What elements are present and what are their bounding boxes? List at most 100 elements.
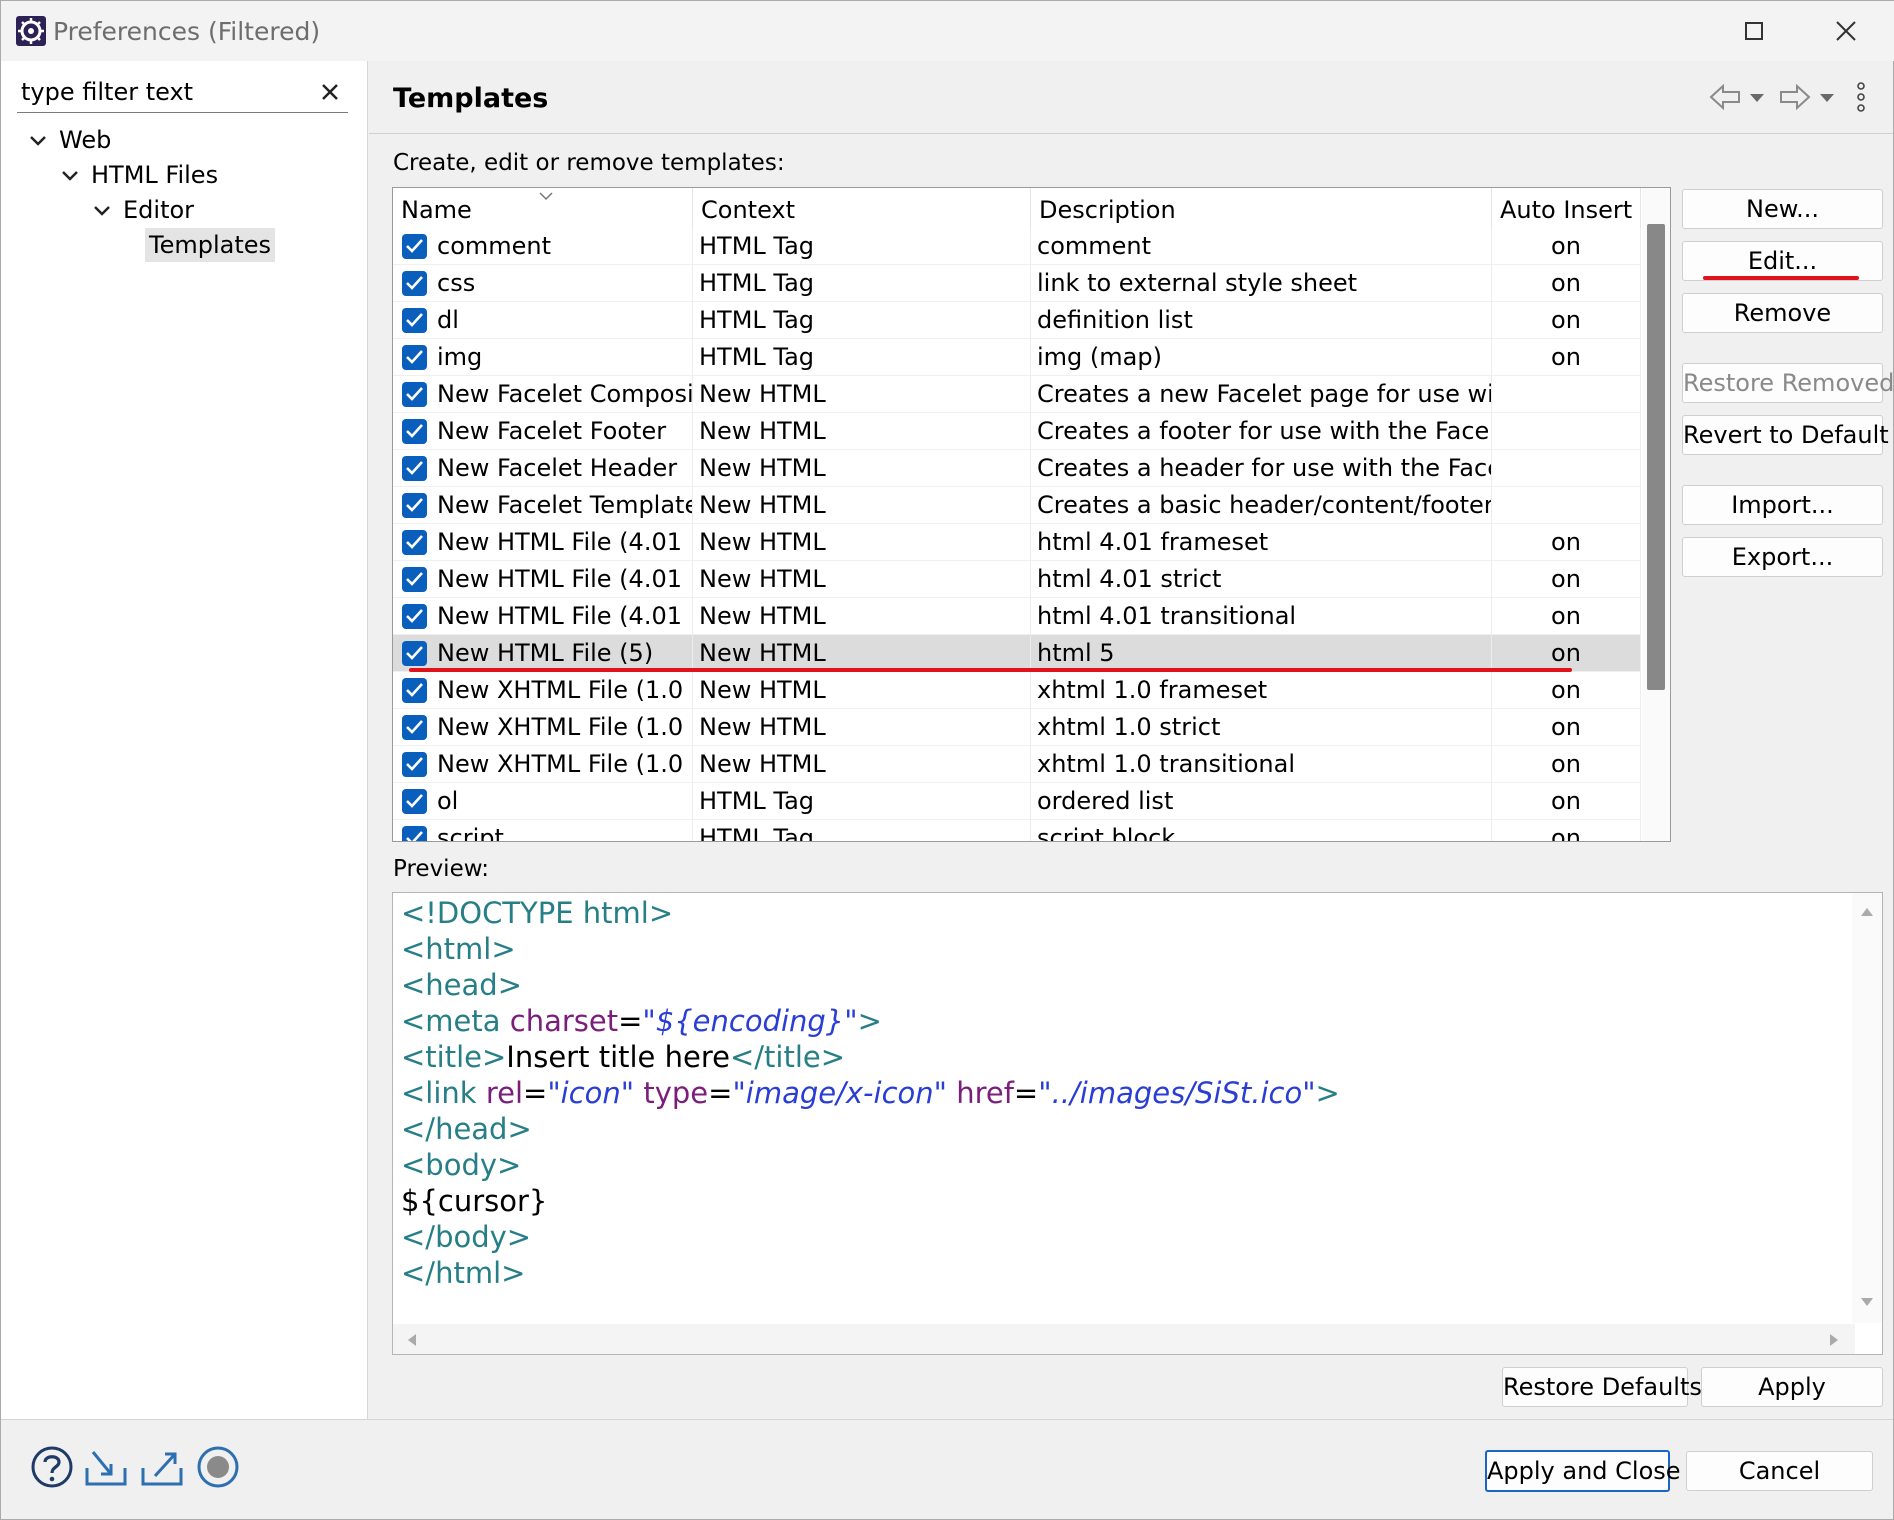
code-token: = (708, 1076, 733, 1110)
code-token: ${cursor} (401, 1184, 548, 1218)
page-header: Templates (369, 61, 1893, 134)
view-menu-icon[interactable] (1851, 77, 1871, 117)
table-row[interactable]: script HTML Tag script block on (393, 820, 1641, 841)
close-icon[interactable] (1826, 11, 1866, 51)
oomph-icon[interactable] (195, 1444, 241, 1490)
maximize-icon[interactable] (1734, 11, 1774, 51)
scroll-right-icon[interactable] (1829, 1333, 1839, 1347)
scroll-left-icon[interactable] (407, 1333, 417, 1347)
column-header-context[interactable]: Context (693, 188, 1031, 228)
cell-description: comment (1031, 228, 1492, 265)
enabled-checkbox[interactable] (402, 604, 427, 629)
scroll-up-icon[interactable] (1860, 907, 1874, 917)
enabled-checkbox[interactable] (402, 382, 427, 407)
dropdown-icon[interactable] (1747, 77, 1767, 117)
enabled-checkbox[interactable] (402, 678, 427, 703)
table-row[interactable]: New Facelet Footer New HTML Creates a foot… (393, 413, 1641, 450)
checkmark-icon (406, 276, 423, 290)
table-row[interactable]: New Facelet Header New HTML Creates a head… (393, 450, 1641, 487)
cell-auto-insert: on (1492, 339, 1641, 376)
enabled-checkbox[interactable] (402, 271, 427, 296)
chevron-down-icon[interactable] (91, 200, 113, 222)
table-row[interactable]: img HTML Tag img (map) on (393, 339, 1641, 376)
cell-context: New HTML (693, 672, 1031, 709)
table-row[interactable]: New HTML File (5) New HTML html 5 on (393, 635, 1641, 672)
column-header-name[interactable]: Name (393, 188, 693, 228)
restore-removed-button[interactable]: Restore Removed (1682, 363, 1894, 403)
enabled-checkbox[interactable] (402, 308, 427, 333)
export-button[interactable]: Export... (1682, 537, 1883, 577)
enabled-checkbox[interactable] (402, 826, 427, 841)
edit-button[interactable]: Edit... (1682, 241, 1883, 281)
enabled-checkbox[interactable] (402, 493, 427, 518)
cell-description: link to external style sheet (1031, 265, 1492, 302)
cancel-button[interactable]: Cancel (1686, 1451, 1873, 1491)
back-arrow-icon[interactable] (1707, 77, 1743, 117)
table-row[interactable]: css HTML Tag link to external style sheet o… (393, 265, 1641, 302)
import-icon[interactable] (83, 1444, 129, 1490)
cell-context: New HTML (693, 709, 1031, 746)
preview-horizontal-scrollbar[interactable] (393, 1324, 1855, 1354)
preview-vertical-scrollbar[interactable] (1852, 893, 1882, 1323)
revert-to-default-button[interactable]: Revert to Default (1682, 415, 1889, 455)
table-row[interactable]: New XHTML File (1.0 ... New HTML xhtml 1.0… (393, 672, 1641, 709)
table-row[interactable]: New Facelet Composi... New HTML Creates a … (393, 376, 1641, 413)
enabled-checkbox[interactable] (402, 456, 427, 481)
apply-button[interactable]: Apply (1701, 1367, 1883, 1407)
table-row[interactable]: New Facelet Template New HTML Creates a ba… (393, 487, 1641, 524)
column-header-auto-insert[interactable]: Auto Insert (1492, 188, 1641, 228)
help-icon[interactable] (29, 1444, 75, 1490)
tree-item-html-files[interactable]: HTML Files (59, 158, 218, 192)
table-row[interactable]: dl HTML Tag definition list on (393, 302, 1641, 339)
forward-arrow-icon[interactable] (1777, 77, 1813, 117)
new-button[interactable]: New... (1682, 189, 1883, 229)
restore-defaults-button[interactable]: Restore Defaults (1502, 1367, 1702, 1407)
column-label: Context (701, 196, 796, 224)
scroll-down-icon[interactable] (1860, 1297, 1874, 1307)
filter-input[interactable] (21, 73, 311, 111)
cell-context: New HTML (693, 561, 1031, 598)
enabled-checkbox[interactable] (402, 752, 427, 777)
code-token: type (643, 1076, 709, 1110)
cell-name: New HTML File (4.01 ... (393, 561, 693, 598)
enabled-checkbox[interactable] (402, 567, 427, 592)
cell-context: HTML Tag (693, 265, 1031, 302)
cell-auto-insert: on (1492, 709, 1641, 746)
checkmark-icon (406, 498, 423, 512)
export-icon[interactable] (139, 1444, 185, 1490)
clear-filter-icon[interactable] (319, 81, 341, 103)
enabled-checkbox[interactable] (402, 345, 427, 370)
tree-item-editor[interactable]: Editor (91, 193, 194, 227)
table-row[interactable]: New XHTML File (1.0 ... New HTML xhtml 1.0… (393, 746, 1641, 783)
tree-item-web[interactable]: Web (27, 123, 111, 157)
template-preview[interactable]: <!DOCTYPE html> <html> <head> <meta charset… (392, 892, 1883, 1355)
enabled-checkbox[interactable] (402, 530, 427, 555)
table-row[interactable]: New HTML File (4.01 ... New HTML html 4.01… (393, 524, 1641, 561)
import-button[interactable]: Import... (1682, 485, 1883, 525)
column-header-description[interactable]: Description (1031, 188, 1492, 228)
table-row[interactable]: New HTML File (4.01 ... New HTML html 4.01… (393, 598, 1641, 635)
template-name: New HTML File (5) (437, 639, 654, 667)
chevron-down-icon[interactable] (27, 130, 49, 152)
table-row[interactable]: ol HTML Tag ordered list on (393, 783, 1641, 820)
template-name: New HTML File (4.01 ... (437, 528, 693, 556)
enabled-checkbox[interactable] (402, 419, 427, 444)
tree-item-templates[interactable]: Templates (145, 228, 276, 262)
table-row[interactable]: New HTML File (4.01 ... New HTML html 4.01… (393, 561, 1641, 598)
code-line: ${cursor} (401, 1183, 1340, 1219)
enabled-checkbox[interactable] (402, 715, 427, 740)
table-row[interactable]: comment HTML Tag comment on (393, 228, 1641, 265)
table-row[interactable]: New XHTML File (1.0 ... New HTML xhtml 1.0… (393, 709, 1641, 746)
remove-button[interactable]: Remove (1682, 293, 1883, 333)
enabled-checkbox[interactable] (402, 789, 427, 814)
dropdown-icon[interactable] (1817, 77, 1837, 117)
checkmark-icon (406, 350, 423, 364)
apply-and-close-button[interactable]: Apply and Close (1485, 1450, 1681, 1492)
code-line: <body> (401, 1147, 1340, 1183)
code-token: Insert title here (506, 1040, 730, 1074)
enabled-checkbox[interactable] (402, 641, 427, 666)
table-scrollbar-thumb[interactable] (1647, 224, 1665, 690)
chevron-down-icon[interactable] (59, 165, 81, 187)
cell-description: Creates a header for use with the Facel.… (1031, 450, 1492, 487)
enabled-checkbox[interactable] (402, 234, 427, 259)
